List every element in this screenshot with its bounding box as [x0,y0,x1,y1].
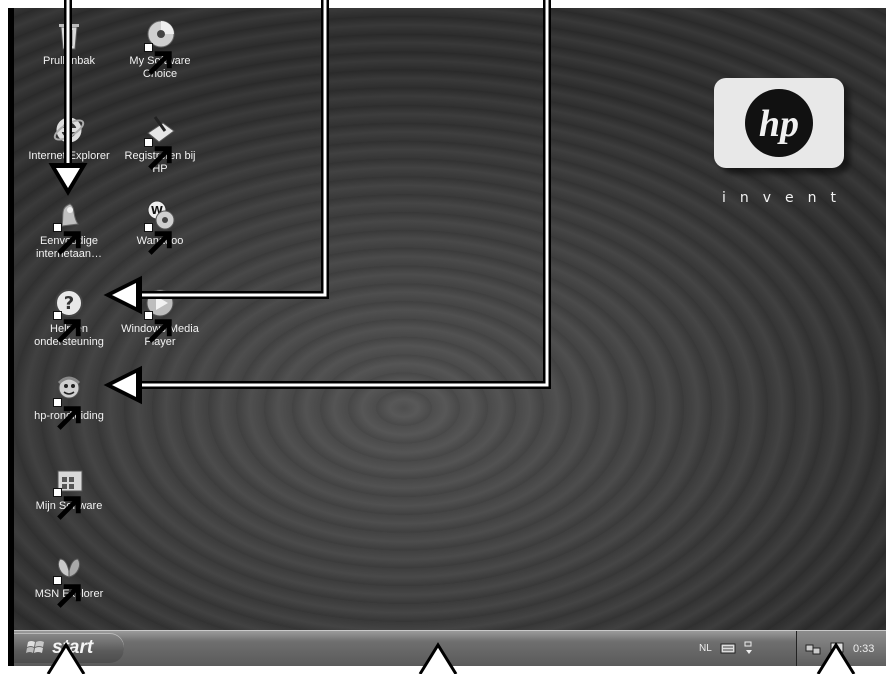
internet-explorer-icon [52,113,86,147]
shortcut-arrow-icon [144,43,172,75]
shortcut-arrow-icon [53,576,81,608]
shortcut-arrow-icon [53,311,81,343]
register-pen-icon [143,113,177,170]
windows-flag-icon [26,641,44,653]
clock[interactable]: 0:33 [853,643,874,655]
shortcut-arrow-icon [53,223,81,255]
desktop-icon-my-software-choice[interactable]: My Software Choice [118,18,202,81]
screen: Prullenbak My Software Choice Internet E… [8,8,886,666]
start-label: start [52,637,94,658]
desktop[interactable]: Prullenbak My Software Choice Internet E… [14,8,886,630]
notification-area[interactable]: 0:33 [796,631,886,666]
hp-logo: hp [714,78,844,168]
shortcut-arrow-icon [53,398,81,430]
internet-setup-icon [52,198,86,255]
svg-text:?: ? [64,293,74,314]
monitor-icon[interactable] [829,642,845,656]
restore-language-bar-icon[interactable] [744,641,754,655]
desktop-icon-help-en-ondersteuning[interactable]: ? Help en ondersteuning [27,286,111,349]
hp-tagline: invent [722,190,851,206]
wanadoo-icon: W [143,198,177,255]
desktop-icon-registreren-bij-hp[interactable]: Registreren bij HP [118,113,202,176]
shortcut-arrow-icon [144,223,172,255]
desktop-icon-label: Prullenbak [43,55,95,67]
help-question-icon: ? [52,286,86,343]
shortcut-arrow-icon [53,488,81,520]
taskbar[interactable]: start NL 0:33 [14,630,886,666]
language-indicator[interactable]: NL [699,643,712,654]
desktop-icon-windows-media-player[interactable]: Windows Media Player [118,286,202,349]
shortcut-arrow-icon [144,138,172,170]
software-folder-icon [52,463,86,520]
hp-tour-icon [52,373,86,430]
network-icon[interactable] [805,642,821,656]
desktop-icon-mijn-software[interactable]: Mijn Software [27,463,111,520]
keyboard-icon[interactable] [720,642,736,654]
recycle-bin-icon [52,18,86,52]
cd-disc-icon [143,18,177,75]
desktop-icon-hp-rondleiding[interactable]: hp-rondleiding [27,373,111,430]
language-bar[interactable]: NL [699,633,799,663]
desktop-icon-label: Internet Explorer [28,150,110,162]
desktop-icon-msn-explorer[interactable]: MSN Explorer [27,551,111,608]
hp-logo-text: hp [759,103,799,145]
shortcut-arrow-icon [144,311,172,343]
media-player-icon [143,286,177,343]
desktop-icon-eenvoudige-internetaansluiting[interactable]: Eenvoudige internetaan… [27,198,111,261]
desktop-icon-internet-explorer[interactable]: Internet Explorer [27,113,111,163]
desktop-icon-wanadoo[interactable]: W Wanadoo [118,198,202,255]
start-button[interactable]: start [14,633,124,663]
desktop-icon-recycle-bin[interactable]: Prullenbak [27,18,111,68]
msn-butterfly-icon [52,551,86,608]
